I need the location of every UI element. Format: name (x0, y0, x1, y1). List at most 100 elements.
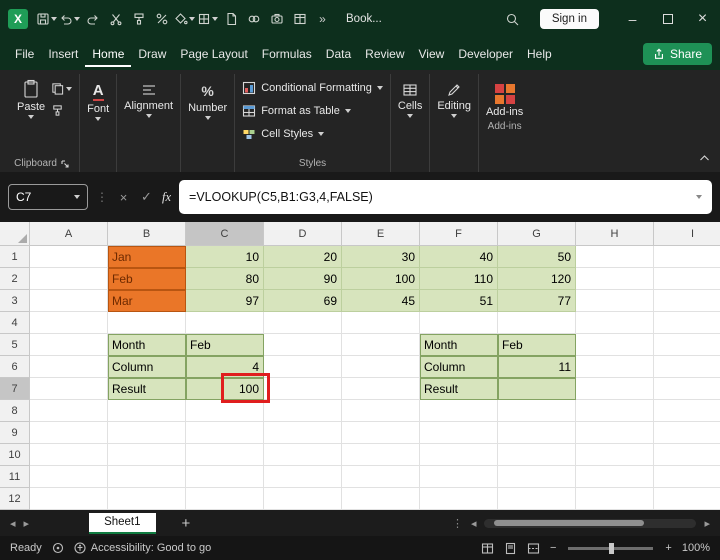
share-button[interactable]: Share (642, 43, 712, 65)
font-button[interactable]: A Font (87, 76, 109, 121)
cell-D4[interactable] (264, 312, 342, 334)
row-header-7[interactable]: 7 (0, 378, 30, 400)
row-header-12[interactable]: 12 (0, 488, 30, 510)
cell-D6[interactable] (264, 356, 342, 378)
cell-I2[interactable] (654, 268, 720, 290)
number-format-button[interactable] (150, 6, 173, 32)
cell-G2[interactable]: 120 (498, 268, 576, 290)
menu-tab-insert[interactable]: Insert (41, 41, 85, 67)
cell-G8[interactable] (498, 400, 576, 422)
cell-D1[interactable]: 20 (264, 246, 342, 268)
cell-B5[interactable]: Month (108, 334, 186, 356)
cell-I9[interactable] (654, 422, 720, 444)
row-header-1[interactable]: 1 (0, 246, 30, 268)
menu-tab-developer[interactable]: Developer (451, 41, 520, 67)
cell-B3[interactable]: Mar (108, 290, 186, 312)
cell-D12[interactable] (264, 488, 342, 510)
cell-G4[interactable] (498, 312, 576, 334)
new-sheet-button[interactable]: + (182, 515, 191, 532)
column-header-b[interactable]: B (108, 222, 186, 246)
cell-F3[interactable]: 51 (420, 290, 498, 312)
cell-D5[interactable] (264, 334, 342, 356)
zoom-out-button[interactable]: − (550, 542, 556, 554)
link-button[interactable] (242, 6, 265, 32)
cell-D9[interactable] (264, 422, 342, 444)
cell-C2[interactable]: 80 (186, 268, 264, 290)
expand-formula-bar-icon[interactable] (696, 195, 702, 199)
cell-C12[interactable] (186, 488, 264, 510)
cell-G3[interactable]: 77 (498, 290, 576, 312)
minimize-button[interactable]: – (615, 0, 650, 38)
cell-I5[interactable] (654, 334, 720, 356)
menu-tab-file[interactable]: File (8, 41, 41, 67)
page-layout-view-icon[interactable] (504, 542, 517, 555)
cell-B1[interactable]: Jan (108, 246, 186, 268)
cell-A7[interactable] (30, 378, 108, 400)
cell-H2[interactable] (576, 268, 654, 290)
insert-function-icon[interactable]: fx (162, 190, 171, 205)
cell-G9[interactable] (498, 422, 576, 444)
cell-E7[interactable] (342, 378, 420, 400)
cell-A1[interactable] (30, 246, 108, 268)
cell-A12[interactable] (30, 488, 108, 510)
cell-H8[interactable] (576, 400, 654, 422)
cell-H11[interactable] (576, 466, 654, 488)
hscroll-left-icon[interactable]: ◂ (471, 517, 477, 530)
page-break-view-icon[interactable] (527, 542, 540, 555)
cell-A10[interactable] (30, 444, 108, 466)
cell-G10[interactable] (498, 444, 576, 466)
cell-H12[interactable] (576, 488, 654, 510)
cell-F2[interactable]: 110 (420, 268, 498, 290)
cell-G5[interactable]: Feb (498, 334, 576, 356)
menu-tab-formulas[interactable]: Formulas (255, 41, 319, 67)
row-header-8[interactable]: 8 (0, 400, 30, 422)
cell-F7[interactable]: Result (420, 378, 498, 400)
cell-C4[interactable] (186, 312, 264, 334)
qat-overflow-button[interactable]: » (311, 6, 334, 32)
paste-button[interactable]: Paste (11, 76, 51, 155)
cells-button[interactable]: Cells (398, 76, 422, 118)
zoom-in-button[interactable]: + (665, 542, 671, 554)
clipboard-dialog-launcher-icon[interactable] (61, 159, 69, 168)
cell-D3[interactable]: 69 (264, 290, 342, 312)
menu-tab-home[interactable]: Home (85, 41, 132, 67)
cell-C7[interactable]: 100 (186, 378, 264, 400)
cell-E1[interactable]: 30 (342, 246, 420, 268)
cell-C11[interactable] (186, 466, 264, 488)
cell-G6[interactable]: 11 (498, 356, 576, 378)
alignment-button[interactable]: Alignment (124, 76, 173, 118)
cell-E11[interactable] (342, 466, 420, 488)
conditional-formatting-button[interactable]: Conditional Formatting (242, 79, 383, 97)
cell-A9[interactable] (30, 422, 108, 444)
zoom-slider-thumb[interactable] (609, 542, 615, 554)
cell-A4[interactable] (30, 312, 108, 334)
collapse-ribbon-button[interactable] (699, 149, 710, 167)
horizontal-scrollbar-thumb[interactable] (494, 520, 645, 526)
cell-B4[interactable] (108, 312, 186, 334)
menu-tab-help[interactable]: Help (520, 41, 559, 67)
menu-tab-data[interactable]: Data (319, 41, 358, 67)
cell-E5[interactable] (342, 334, 420, 356)
cell-E12[interactable] (342, 488, 420, 510)
cell-D7[interactable] (264, 378, 342, 400)
cell-D10[interactable] (264, 444, 342, 466)
copy-button[interactable] (51, 82, 73, 95)
cell-E4[interactable] (342, 312, 420, 334)
cell-D8[interactable] (264, 400, 342, 422)
cell-F10[interactable] (420, 444, 498, 466)
row-header-5[interactable]: 5 (0, 334, 30, 356)
cell-A5[interactable] (30, 334, 108, 356)
cell-C6[interactable]: 4 (186, 356, 264, 378)
cell-E3[interactable]: 45 (342, 290, 420, 312)
search-button[interactable] (501, 6, 524, 32)
table-button[interactable] (288, 6, 311, 32)
cell-A2[interactable] (30, 268, 108, 290)
column-header-f[interactable]: F (420, 222, 498, 246)
redo-button[interactable] (81, 6, 104, 32)
sheet-nav-right-icon[interactable]: ▸ (24, 517, 30, 530)
cell-styles-button[interactable]: Cell Styles (242, 125, 383, 143)
cell-D2[interactable]: 90 (264, 268, 342, 290)
sheet-tab-sheet1[interactable]: Sheet1 (89, 512, 156, 534)
cell-H1[interactable] (576, 246, 654, 268)
cell-F1[interactable]: 40 (420, 246, 498, 268)
